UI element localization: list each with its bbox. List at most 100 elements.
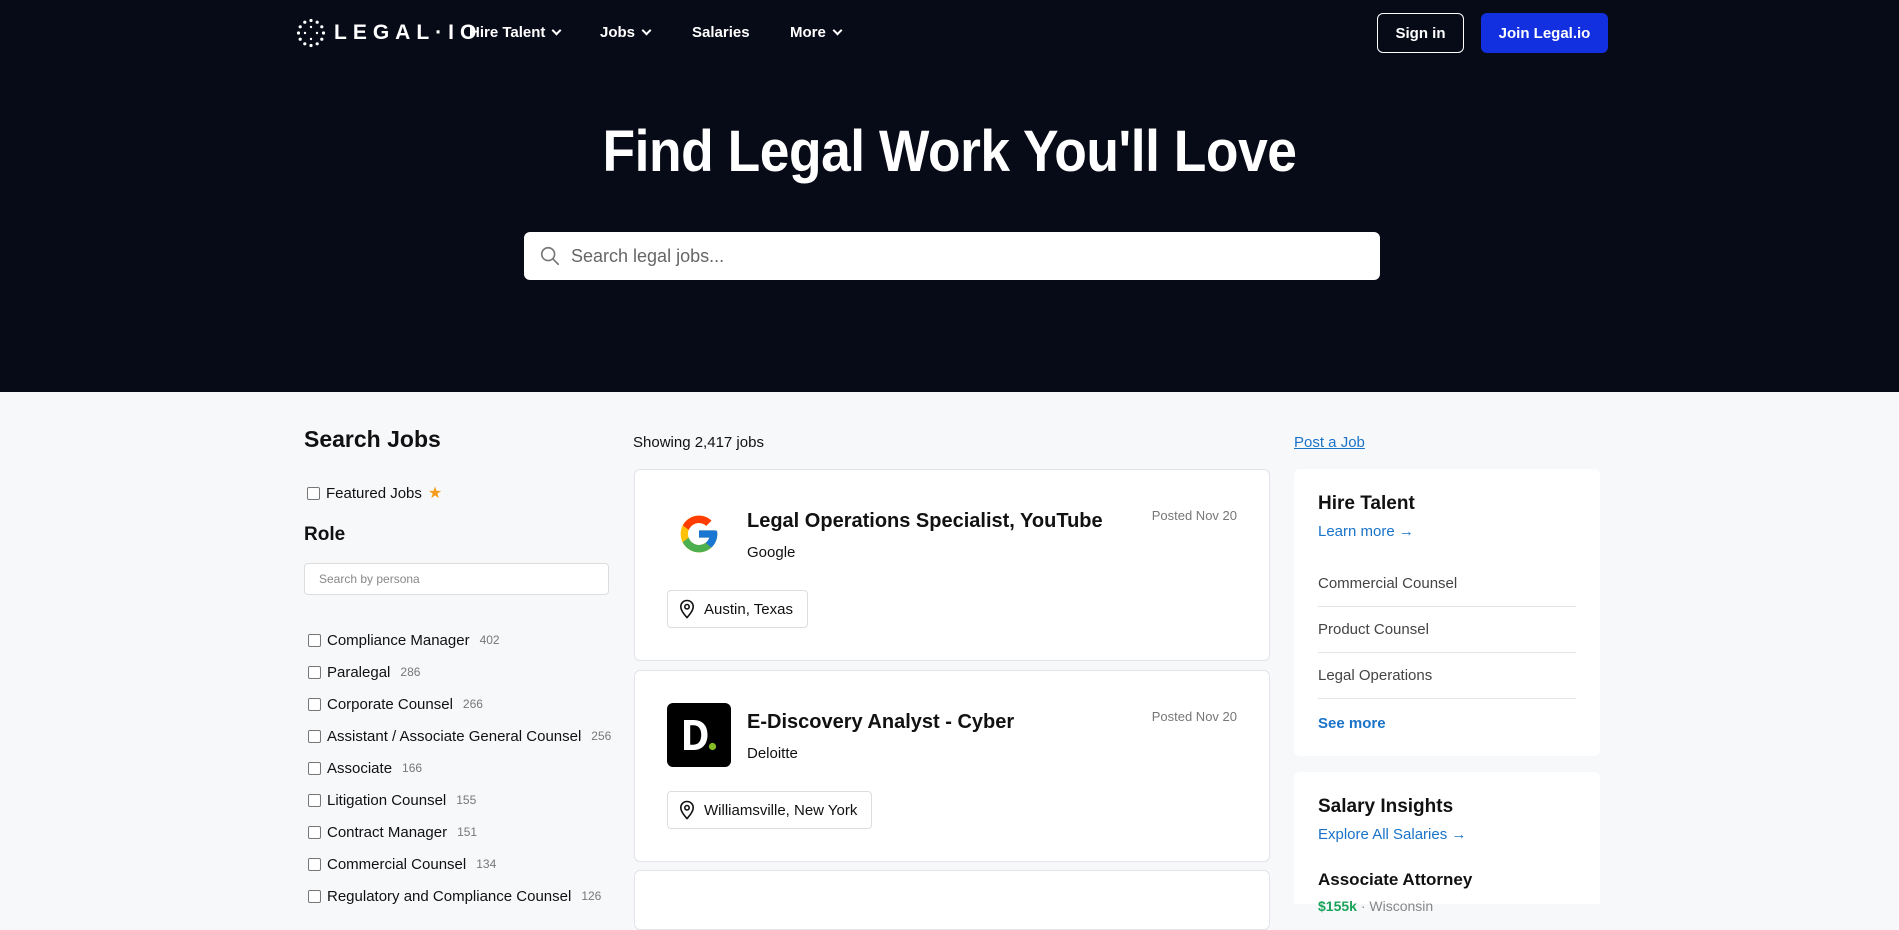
- star-icon: ★: [427, 485, 443, 502]
- hire-talent-panel: Hire Talent Learn more → Commercial Coun…: [1294, 469, 1600, 756]
- logo-mark-icon: [296, 18, 326, 48]
- nav-jobs-label: Jobs: [600, 24, 636, 41]
- role-count: 166: [402, 761, 423, 775]
- job-title[interactable]: E-Discovery Analyst - Cyber: [747, 711, 1014, 734]
- featured-jobs-filter[interactable]: Featured Jobs ★: [307, 483, 442, 503]
- role-label: Corporate Counsel: [327, 695, 453, 713]
- job-search-box[interactable]: [524, 232, 1380, 280]
- role-count: 126: [581, 889, 602, 903]
- hire-talent-heading: Hire Talent: [1318, 493, 1415, 514]
- role-filter-item[interactable]: Contract Manager 151: [308, 816, 618, 848]
- results-count-number: 2,417: [694, 434, 733, 451]
- role-count: 155: [456, 793, 477, 807]
- location-tag: Williamsville, New York: [667, 791, 873, 829]
- explore-salaries-link[interactable]: Explore All Salaries →: [1318, 826, 1466, 843]
- search-icon: [540, 246, 560, 266]
- google-logo-icon: [680, 515, 718, 553]
- role-label: Commercial Counsel: [327, 855, 467, 873]
- role-checkbox[interactable]: [308, 761, 321, 775]
- role-filter-item[interactable]: Corporate Counsel 266: [308, 688, 618, 720]
- role-checkbox[interactable]: [308, 633, 321, 647]
- post-job-link[interactable]: Post a Job: [1294, 434, 1365, 451]
- salary-location: Wisconsin: [1369, 898, 1434, 914]
- location-text: Williamsville, New York: [704, 801, 858, 819]
- join-button[interactable]: Join Legal.io: [1481, 13, 1608, 53]
- role-label: Associate: [327, 759, 393, 777]
- role-checkbox[interactable]: [308, 889, 321, 903]
- chevron-down-icon: [641, 25, 652, 36]
- role-filter-item[interactable]: Associate 166: [308, 752, 618, 784]
- role-label: Paralegal: [327, 663, 391, 681]
- job-card[interactable]: [634, 870, 1270, 930]
- role-label: Compliance Manager: [327, 631, 470, 649]
- nav-hire-talent-label: Hire Talent: [469, 24, 546, 41]
- job-card[interactable]: Legal Operations Specialist, YouTube Goo…: [634, 469, 1270, 661]
- featured-jobs-label: Featured Jobs: [326, 484, 422, 502]
- salary-role[interactable]: Associate Attorney: [1318, 870, 1472, 890]
- hire-talent-item[interactable]: Commercial Counsel: [1318, 561, 1576, 607]
- role-count: 286: [400, 665, 421, 679]
- map-pin-icon: [679, 599, 695, 619]
- persona-search-input[interactable]: [304, 563, 609, 595]
- logo-text: LEGAL·IO: [334, 21, 483, 44]
- nav-jobs[interactable]: Jobs: [600, 24, 652, 41]
- role-label: Regulatory and Compliance Counsel: [327, 887, 572, 905]
- role-checkbox[interactable]: [308, 857, 321, 871]
- hire-talent-item[interactable]: Product Counsel: [1318, 607, 1576, 653]
- company-logo: [667, 703, 731, 767]
- role-filter-item[interactable]: Regulatory and Compliance Counsel 126: [308, 880, 618, 912]
- results-count: Showing 2,417 jobs: [633, 434, 764, 451]
- role-filter-item[interactable]: Compliance Manager 402: [308, 624, 618, 656]
- learn-more-link[interactable]: Learn more →: [1318, 523, 1414, 540]
- role-filter-list: Compliance Manager 402 Paralegal 286 Corpo…: [308, 624, 618, 912]
- page-title: Find Legal Work You'll Love: [602, 119, 1297, 184]
- chevron-down-icon: [832, 25, 843, 36]
- deloitte-logo-icon: [684, 720, 717, 751]
- nav-hire-talent[interactable]: Hire Talent: [469, 24, 562, 41]
- role-count: 256: [591, 729, 612, 743]
- salary-insights-heading: Salary Insights: [1318, 796, 1454, 817]
- search-jobs-heading: Search Jobs: [304, 426, 441, 452]
- role-heading: Role: [304, 524, 346, 545]
- company-name[interactable]: Google: [747, 544, 795, 561]
- nav-salaries[interactable]: Salaries: [692, 24, 750, 41]
- role-checkbox[interactable]: [308, 793, 321, 807]
- role-checkbox[interactable]: [308, 825, 321, 839]
- role-checkbox[interactable]: [308, 665, 321, 679]
- role-count: 134: [476, 857, 497, 871]
- sign-in-button[interactable]: Sign in: [1377, 13, 1464, 53]
- salary-insights-panel: Salary Insights Explore All Salaries → A…: [1294, 772, 1600, 914]
- role-filter-item[interactable]: Paralegal 286: [308, 656, 618, 688]
- chevron-down-icon: [551, 25, 562, 36]
- location-tag: Austin, Texas: [667, 590, 808, 628]
- role-checkbox[interactable]: [308, 697, 321, 711]
- results-count-prefix: Showing: [633, 434, 695, 451]
- salary-detail: $155k · Wisconsin: [1318, 898, 1434, 914]
- salary-amount: $155k: [1318, 898, 1357, 914]
- location-text: Austin, Texas: [704, 600, 793, 618]
- posted-date: Posted Nov 20: [1151, 709, 1237, 724]
- map-pin-icon: [679, 800, 695, 820]
- nav-more[interactable]: More: [790, 24, 843, 41]
- job-search-input[interactable]: [571, 245, 1351, 267]
- role-filter-item[interactable]: Commercial Counsel 134: [308, 848, 618, 880]
- featured-jobs-checkbox[interactable]: [307, 486, 320, 500]
- role-filter-item[interactable]: Assistant / Associate General Counsel 256: [308, 720, 618, 752]
- role-count: 402: [479, 633, 500, 647]
- role-filter-item[interactable]: Litigation Counsel 155: [308, 784, 618, 816]
- posted-date: Posted Nov 20: [1151, 508, 1237, 523]
- company-name[interactable]: Deloitte: [747, 745, 798, 762]
- see-more-link[interactable]: See more: [1318, 715, 1386, 732]
- role-label: Contract Manager: [327, 823, 448, 841]
- job-title[interactable]: Legal Operations Specialist, YouTube: [747, 510, 1103, 533]
- hire-talent-list: Commercial Counsel Product Counsel Legal…: [1318, 561, 1576, 699]
- company-logo: [667, 502, 731, 566]
- role-count: 266: [462, 697, 483, 711]
- role-checkbox[interactable]: [308, 729, 321, 743]
- hero-section: LEGAL·IO Hire Talent Jobs Salaries More …: [0, 0, 1899, 392]
- job-card[interactable]: E-Discovery Analyst - Cyber Deloitte Pos…: [634, 670, 1270, 862]
- hire-talent-item[interactable]: Legal Operations: [1318, 653, 1576, 699]
- results-count-suffix: jobs: [732, 434, 764, 451]
- logo[interactable]: LEGAL·IO: [296, 18, 482, 48]
- nav-more-label: More: [790, 24, 826, 41]
